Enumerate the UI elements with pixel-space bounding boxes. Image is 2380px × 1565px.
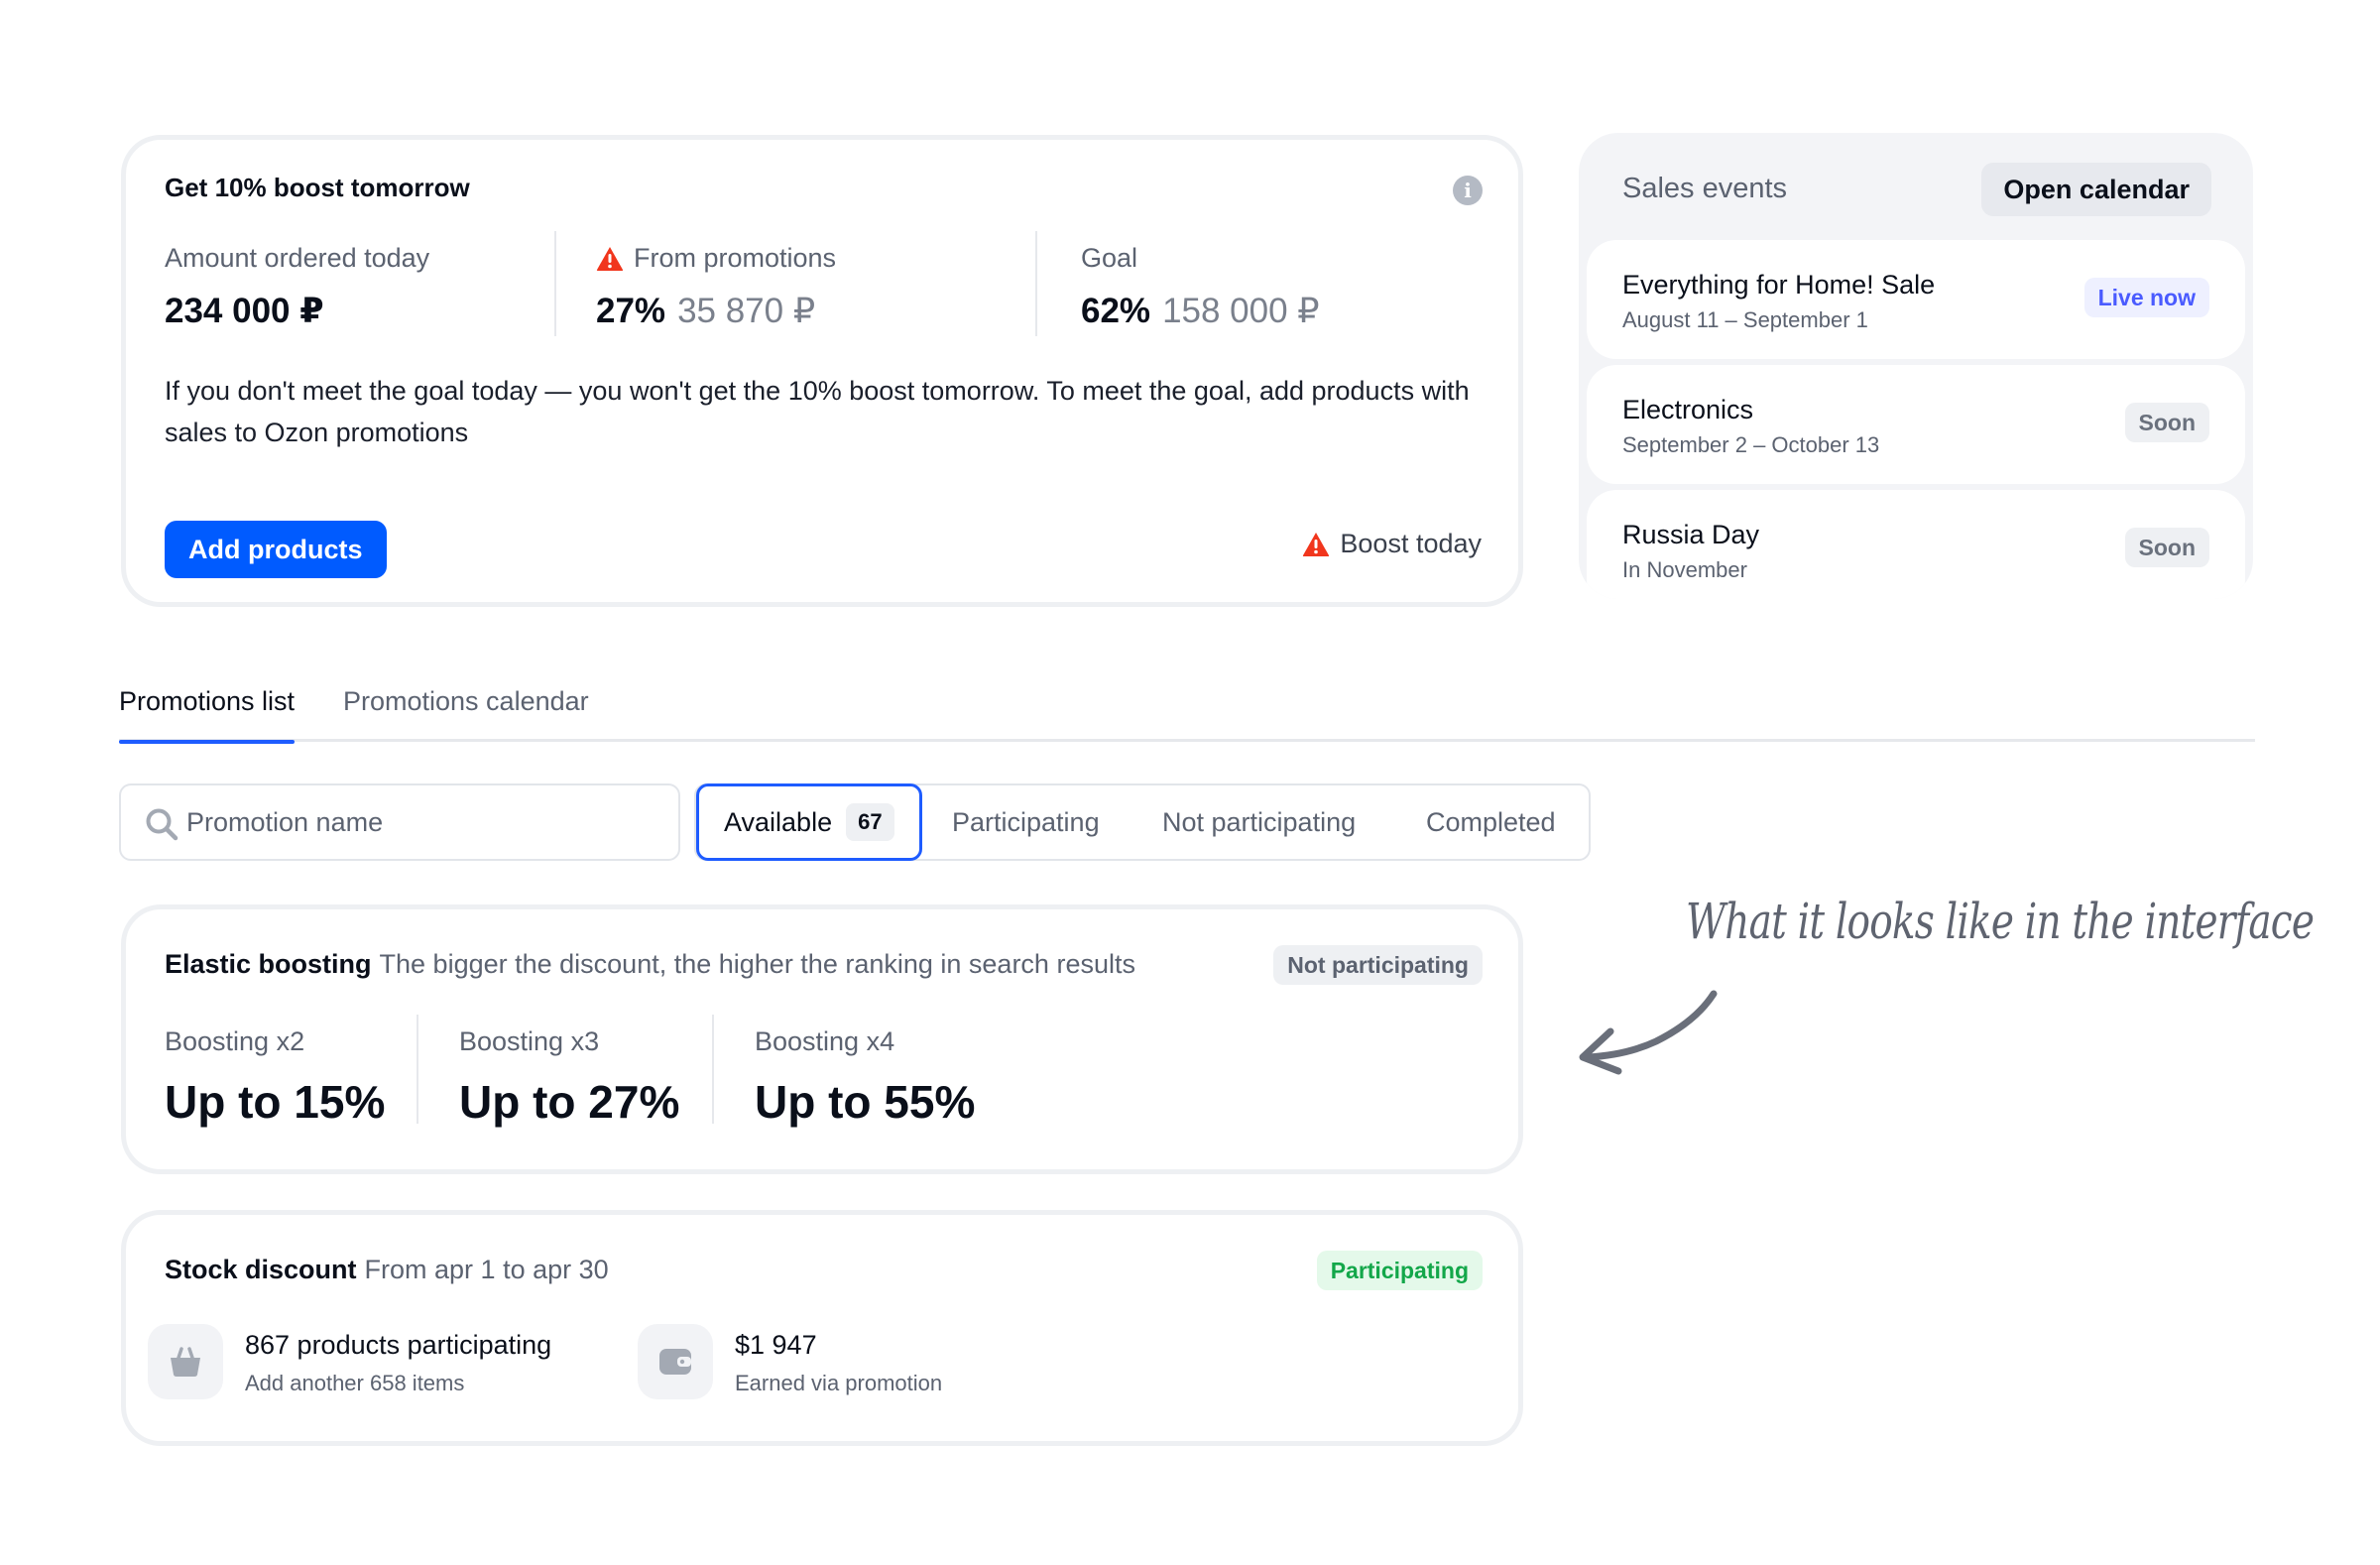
divider xyxy=(1035,231,1037,336)
boost-level-value: Up to 55% xyxy=(755,1076,976,1128)
boost-level: Boosting x3 Up to 27% xyxy=(459,1026,679,1129)
promotion-header: Elastic boosting The bigger the discount,… xyxy=(165,949,1135,980)
boost-level-label: Boosting x3 xyxy=(459,1026,600,1056)
metric-value: 62% 158 000 ₽ xyxy=(1081,292,1320,330)
divider xyxy=(554,231,556,336)
warning-icon xyxy=(596,246,624,271)
soon-badge: Soon xyxy=(2124,403,2209,442)
stat-main: 867 products participating xyxy=(245,1330,552,1360)
stat-sub: Add another 658 items xyxy=(245,1371,465,1395)
boost-card: Get 10% boost tomorrow i Amount ordered … xyxy=(121,135,1523,607)
filter-participating[interactable]: Participating xyxy=(952,785,1100,859)
sales-events-title: Sales events xyxy=(1622,173,1788,204)
divider xyxy=(712,1015,714,1124)
search-icon xyxy=(146,808,178,841)
event-dates: In November xyxy=(1622,557,1747,582)
search-box xyxy=(119,783,680,861)
annotation-text: What it looks like in the interface xyxy=(1686,893,2315,950)
add-products-button[interactable]: Add products xyxy=(165,521,387,578)
sales-events-panel: Sales events Open calendar Everything fo… xyxy=(1579,133,2253,599)
boost-today-status: Boost today xyxy=(1302,529,1482,559)
metric-label: From promotions xyxy=(596,243,836,274)
tab-promotions-calendar[interactable]: Promotions calendar xyxy=(343,686,589,742)
metric-value: 234 000 ₽ xyxy=(165,292,324,330)
metric-label: Goal xyxy=(1081,243,1138,273)
basket-icon xyxy=(148,1324,223,1399)
open-calendar-button[interactable]: Open calendar xyxy=(1981,163,2211,216)
tab-promotions-list[interactable]: Promotions list xyxy=(119,686,296,744)
wallet-icon xyxy=(638,1324,713,1399)
arrow-icon xyxy=(1579,990,1718,1075)
promotion-header: Stock discount From apr 1 to apr 30 xyxy=(165,1255,609,1285)
warning-icon xyxy=(1303,532,1330,556)
status-badge: Participating xyxy=(1316,1251,1483,1290)
promotion-name: Stock discount xyxy=(165,1255,357,1284)
info-icon[interactable]: i xyxy=(1453,176,1483,205)
status-filter: Available 67 Participating Not participa… xyxy=(694,783,1591,861)
boost-level: Boosting x2 Up to 15% xyxy=(165,1026,385,1129)
divider xyxy=(416,1015,418,1124)
boost-title: Get 10% boost tomorrow xyxy=(165,173,470,202)
boost-level-label: Boosting x4 xyxy=(755,1026,895,1056)
stat-products: 867 products participating Add another 6… xyxy=(148,1324,551,1399)
event-name: Electronics xyxy=(1622,395,1754,424)
promotions-tabs: Promotions list Promotions calendar xyxy=(119,678,2255,744)
metric-value: 27% 35 870 ₽ xyxy=(596,292,816,330)
event-name: Everything for Home! Sale xyxy=(1622,270,1936,300)
promotion-description: From apr 1 to apr 30 xyxy=(364,1255,609,1284)
event-name: Russia Day xyxy=(1622,520,1760,549)
stat-sub: Earned via promotion xyxy=(735,1371,943,1395)
promotion-description: The bigger the discount, the higher the … xyxy=(379,949,1135,979)
event-item[interactable]: Electronics September 2 – October 13 Soo… xyxy=(1587,365,2245,484)
soon-badge: Soon xyxy=(2124,528,2209,567)
stat-main: $1 947 xyxy=(735,1330,817,1360)
boost-level-value: Up to 15% xyxy=(165,1076,386,1128)
metric-label: Amount ordered today xyxy=(165,243,430,273)
filter-completed[interactable]: Completed xyxy=(1426,785,1556,859)
event-dates: August 11 – September 1 xyxy=(1622,307,1868,332)
boost-level: Boosting x4 Up to 55% xyxy=(755,1026,975,1129)
event-dates: September 2 – October 13 xyxy=(1622,432,1880,457)
metric-amount-ordered: Amount ordered today 234 000 ₽ xyxy=(165,243,429,352)
status-badge: Not participating xyxy=(1273,945,1483,985)
event-item[interactable]: Russia Day In November Soon xyxy=(1587,490,2245,599)
filter-not-participating[interactable]: Not participating xyxy=(1162,785,1356,859)
promotion-name: Elastic boosting xyxy=(165,949,372,979)
live-now-badge: Live now xyxy=(2083,278,2209,317)
count-badge: 67 xyxy=(846,803,894,841)
metric-from-promotions: From promotions 27% 35 870 ₽ xyxy=(596,243,836,352)
filter-available[interactable]: Available 67 xyxy=(696,783,922,861)
promotion-card-stock-discount[interactable]: Stock discount From apr 1 to apr 30 Parti… xyxy=(121,1210,1523,1446)
boost-message: If you don't meet the goal today — you w… xyxy=(165,376,1470,447)
search-input[interactable] xyxy=(186,785,662,859)
metric-goal: Goal 62% 158 000 ₽ xyxy=(1081,243,1320,352)
stat-earned: $1 947 Earned via promotion xyxy=(638,1324,942,1399)
promotion-card-elastic-boosting[interactable]: Elastic boosting The bigger the discount,… xyxy=(121,904,1523,1174)
filter-label: Available xyxy=(724,806,833,837)
boost-level-value: Up to 27% xyxy=(459,1076,680,1128)
boost-level-label: Boosting x2 xyxy=(165,1026,305,1056)
event-item[interactable]: Everything for Home! Sale August 11 – Se… xyxy=(1587,240,2245,359)
